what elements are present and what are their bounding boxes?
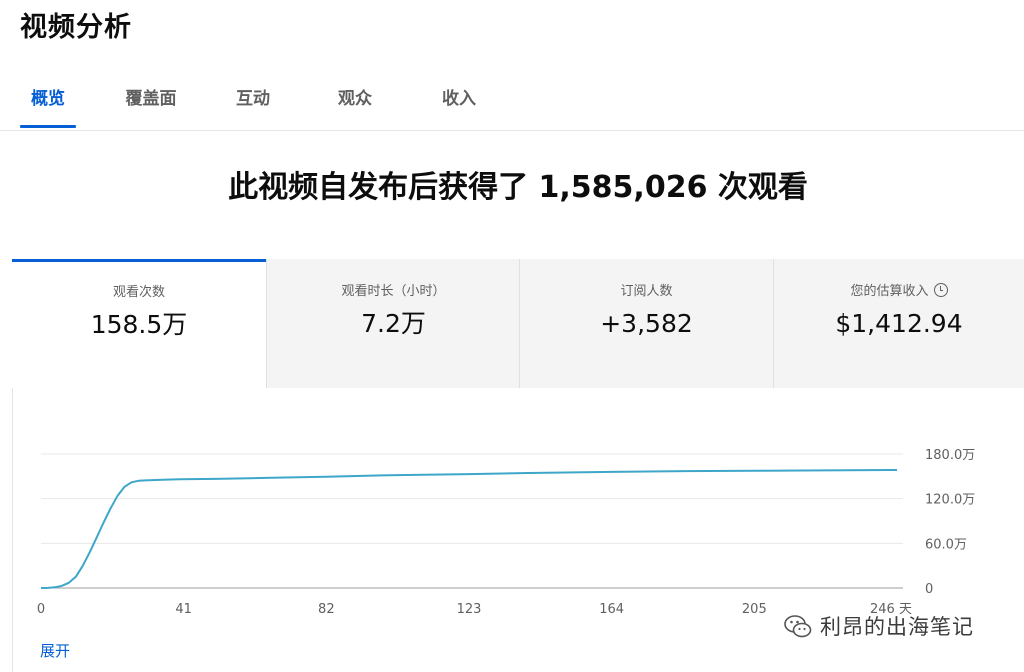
metric-value: 7.2万	[361, 309, 426, 338]
page-title: 视频分析	[20, 12, 132, 43]
tab-revenue[interactable]: 收入	[432, 76, 486, 128]
metric-label: 观看时长（小时）	[341, 284, 446, 299]
metric-card-watch-time[interactable]: 观看时长（小时） 7.2万	[266, 259, 520, 388]
expand-link[interactable]: 展开	[40, 641, 70, 661]
watermark-text: 利昂的出海笔记	[820, 615, 974, 639]
y-tick-label: 120.0万	[925, 493, 975, 508]
metric-card-views[interactable]: 观看次数 158.5万	[12, 259, 266, 388]
x-tick-label: 41	[175, 602, 192, 617]
metric-label: 订阅人数	[620, 284, 673, 299]
metric-label: 您的估算收入	[774, 283, 1024, 301]
metric-card-revenue[interactable]: 您的估算收入 $1,412.94	[773, 259, 1024, 388]
metric-label-text: 您的估算收入	[850, 284, 929, 299]
metric-value: $1,412.94	[835, 309, 963, 338]
tab-bar: 概览 覆盖面 互动 观众 收入	[0, 76, 1024, 131]
tab-reach[interactable]: 覆盖面	[116, 76, 186, 128]
views-headline: 此视频自发布后获得了 1,585,026 次观看	[228, 170, 808, 205]
series-line	[40, 469, 898, 589]
metric-label: 观看次数	[112, 285, 165, 300]
x-tick-label: 123	[457, 602, 482, 617]
y-tick-label: 180.0万	[925, 448, 975, 463]
x-tick-label: 205	[742, 602, 767, 617]
tab-audience[interactable]: 观众	[328, 76, 382, 128]
tab-overview[interactable]: 概览	[20, 76, 76, 128]
metric-value: +3,582	[600, 309, 693, 338]
metric-card-subscribers[interactable]: 订阅人数 +3,582	[519, 259, 773, 388]
clock-icon[interactable]	[933, 283, 948, 297]
metric-value: 158.5万	[90, 310, 188, 339]
tab-engagement[interactable]: 互动	[226, 76, 280, 128]
wechat-icon	[784, 615, 812, 638]
watermark: 利昂的出海笔记	[778, 610, 1018, 646]
y-tick-label: 60.0万	[925, 537, 967, 552]
y-tick-label: 0	[925, 582, 933, 597]
line-chart: 060.0万120.0万180.0万0 41 82 123 164 205 246 天	[37, 448, 975, 617]
metric-cards: 观看次数 158.5万 观看时长（小时） 7.2万 订阅人数 +3,582 您的…	[12, 259, 1024, 388]
x-tick-label: 0	[37, 602, 45, 617]
x-tick-label: 82	[318, 602, 335, 617]
x-tick-label: 164	[599, 602, 624, 617]
